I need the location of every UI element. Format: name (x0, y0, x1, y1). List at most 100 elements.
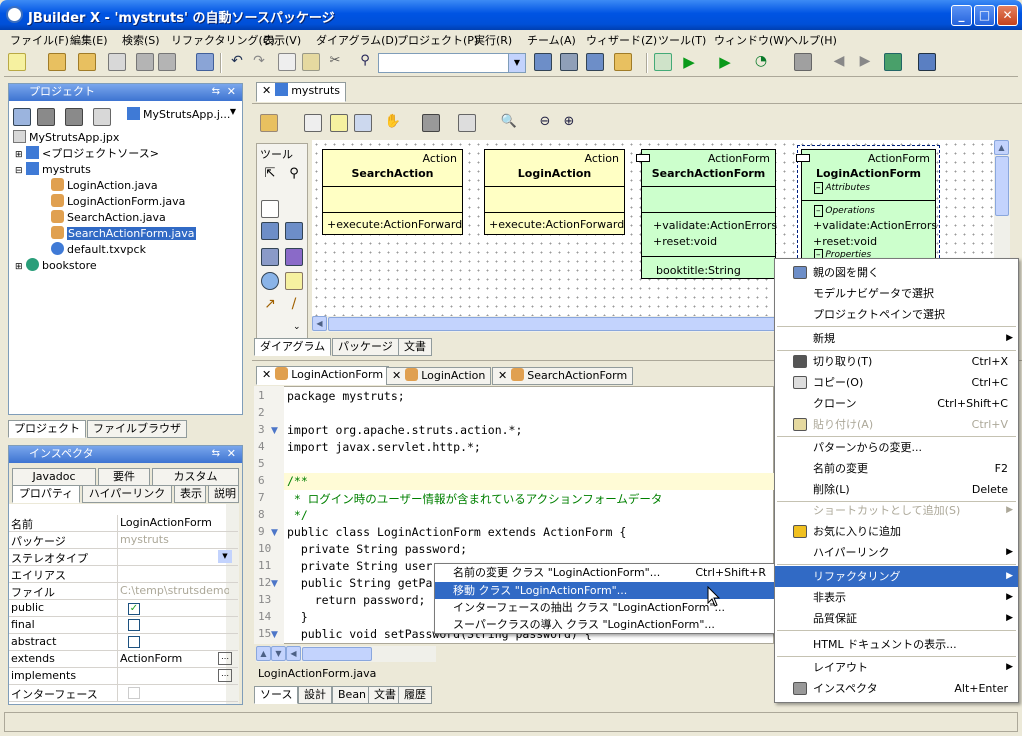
tab-hyperlink[interactable]: ハイパーリンク (82, 485, 172, 503)
section-attributes[interactable]: Attributes (825, 183, 870, 193)
public-checkbox[interactable]: ✓ (128, 603, 140, 615)
property-value[interactable] (117, 668, 229, 684)
tab-custom[interactable]: カスタム (152, 468, 239, 486)
tab-doc[interactable]: 文書 (398, 338, 432, 356)
select-arrow-icon[interactable]: ⇱ (261, 166, 279, 184)
tab-document[interactable]: 文書 (368, 686, 402, 704)
layout-icon[interactable] (422, 114, 440, 132)
minimize-button[interactable]: _ (951, 5, 972, 26)
chevron-down-icon[interactable]: ▼ (230, 107, 236, 116)
diagram-new-icon[interactable] (260, 114, 278, 132)
close-project-icon[interactable] (65, 108, 83, 126)
tree-item-bookstore[interactable]: ⊞ bookstore (15, 258, 97, 273)
uml-class-loginactionform[interactable]: ActionForm LoginActionForm – Attributes … (796, 145, 940, 263)
tab-history[interactable]: 履歴 (398, 686, 432, 704)
final-checkbox[interactable] (128, 619, 140, 631)
tab-project[interactable]: プロジェクト (8, 420, 86, 438)
uml-class-loginaction[interactable]: Action LoginAction +execute:ActionForwar… (484, 149, 625, 235)
help-book-icon[interactable] (884, 53, 902, 71)
dock-icon[interactable]: ⇆ (212, 84, 220, 100)
menu-item-introduce-superclass[interactable]: スーパークラスの導入 クラス "LoginActionForm"... (435, 616, 776, 633)
find-definition-icon[interactable] (560, 53, 578, 71)
context-menu-item[interactable]: 新規 ▶ (775, 328, 1018, 349)
inspector-row-name[interactable]: 名前 LoginActionForm (9, 515, 238, 532)
context-menu-item[interactable]: コピー(O) Ctrl+C (775, 372, 1018, 393)
menu-search[interactable]: 検索(S) (122, 32, 160, 48)
code-line[interactable]: private String user (287, 559, 433, 573)
menu-tools[interactable]: ツール(T) (658, 32, 706, 48)
close-icon[interactable]: ✕ (498, 369, 507, 382)
tab-source[interactable]: ソース (254, 686, 299, 704)
refresh-icon[interactable] (93, 108, 111, 126)
copy-icon[interactable] (278, 53, 296, 71)
uml-class-searchaction[interactable]: Action SearchAction +execute:ActionForwa… (322, 149, 463, 235)
dock-icon[interactable]: ⇆ (212, 446, 220, 462)
scroll-up-icon[interactable]: ▲ (256, 646, 271, 661)
debug-icon[interactable]: ▶ (716, 53, 734, 71)
hand-icon[interactable]: ✋ (384, 114, 402, 132)
diagram-hscrollbar[interactable]: ◀ (312, 316, 782, 332)
arrow-tool-icon[interactable]: ↗ (261, 296, 279, 314)
context-menu-item[interactable]: 切り取り(T) Ctrl+X (775, 351, 1018, 372)
collapse-icon[interactable]: ⊟ (15, 166, 23, 176)
fold-icon[interactable]: ▼ (271, 426, 285, 436)
hierarchy-icon[interactable] (354, 114, 372, 132)
code-line[interactable]: public class LoginActionForm extends Act… (287, 525, 626, 539)
scroll-left-icon[interactable]: ◀ (286, 646, 301, 661)
panel-close-icon[interactable]: ✕ (227, 84, 236, 100)
back-icon[interactable]: ◀ (830, 53, 848, 71)
property-value[interactable] (117, 566, 229, 582)
open-folder-icon[interactable] (48, 53, 66, 71)
zoom-out-icon[interactable]: ⊖ (536, 114, 554, 132)
scroll-left-icon[interactable]: ◀ (312, 316, 327, 331)
code-line[interactable]: import javax.servlet.http.*; (287, 440, 481, 454)
tree-item-file-selected[interactable]: SearchActionForm.java (51, 226, 196, 241)
menu-diagram[interactable]: ダイアグラム(D) (316, 32, 398, 48)
context-menu-item[interactable]: ハイパーリンク ▶ (775, 542, 1018, 563)
code-line[interactable]: return password; (287, 593, 426, 607)
code-line[interactable]: } (287, 610, 308, 624)
code-line[interactable]: * ログイン時のユーザー情報が含まれているアクションフォームデータ (287, 491, 663, 507)
save-all-icon[interactable] (158, 53, 176, 71)
chevron-down-icon[interactable]: ▼ (218, 550, 232, 563)
zoom-in-icon[interactable]: ⊕ (560, 114, 578, 132)
property-value[interactable] (117, 549, 229, 565)
save-icon[interactable] (136, 53, 154, 71)
menu-help[interactable]: ヘルプ(H) (787, 32, 837, 48)
menu-file[interactable]: ファイル(F) (10, 32, 69, 48)
redo-icon[interactable]: ↷ (250, 53, 268, 71)
reopen-icon[interactable] (78, 53, 96, 71)
editor-hscrollbar[interactable]: ▲ ▼ ◀ (256, 646, 436, 662)
form-tool-icon[interactable] (261, 248, 279, 266)
tab-loginaction[interactable]: ✕ LoginAction (386, 367, 492, 385)
menu-wizard[interactable]: ウィザード(Z) (586, 32, 657, 48)
expand-icon[interactable]: ⊞ (15, 262, 23, 272)
menu-refactoring[interactable]: リファクタリング(C) (171, 32, 275, 48)
refresh-diagram-icon[interactable] (304, 114, 322, 132)
code-line[interactable]: public String getPa (287, 576, 433, 590)
fold-icon[interactable]: ▼ (271, 579, 285, 589)
cut-icon[interactable]: ✂ (326, 53, 344, 71)
uml-class-searchactionform[interactable]: ActionForm SearchActionForm +validate:Ac… (636, 149, 777, 279)
new-icon[interactable] (8, 53, 26, 71)
inspector-row-implements[interactable]: implements ⋯ (9, 668, 238, 685)
tab-requirements[interactable]: 要件 (98, 468, 150, 486)
search-history-combo[interactable]: ▼ (378, 53, 526, 73)
context-menu-item[interactable]: リファクタリング ▶ (775, 566, 1018, 587)
component-tool-icon[interactable] (261, 272, 279, 290)
close-icon[interactable]: ✕ (262, 368, 271, 381)
jbuilder-logo-icon[interactable] (6, 6, 23, 23)
context-menu-item[interactable]: 削除(L) Delete (775, 479, 1018, 500)
remove-file-icon[interactable] (37, 108, 55, 126)
scroll-thumb[interactable] (328, 317, 778, 331)
menu-item-extract-interface[interactable]: インターフェースの抽出 クラス "LoginActionForm"... (435, 599, 776, 616)
tree-item-project[interactable]: MyStrutsApp.jpx (13, 130, 119, 145)
tab-loginactionform[interactable]: ✕ LoginActionForm (256, 366, 390, 385)
interface-tool-icon[interactable] (285, 222, 303, 240)
tab-bean[interactable]: Bean (332, 686, 373, 704)
home-icon[interactable] (794, 53, 812, 71)
context-menu-item[interactable]: レイアウト ▶ (775, 657, 1018, 678)
scroll-thumb[interactable] (995, 156, 1009, 216)
forward-icon[interactable]: ▶ (856, 53, 874, 71)
menu-window[interactable]: ウィンドウ(W) (714, 32, 788, 48)
